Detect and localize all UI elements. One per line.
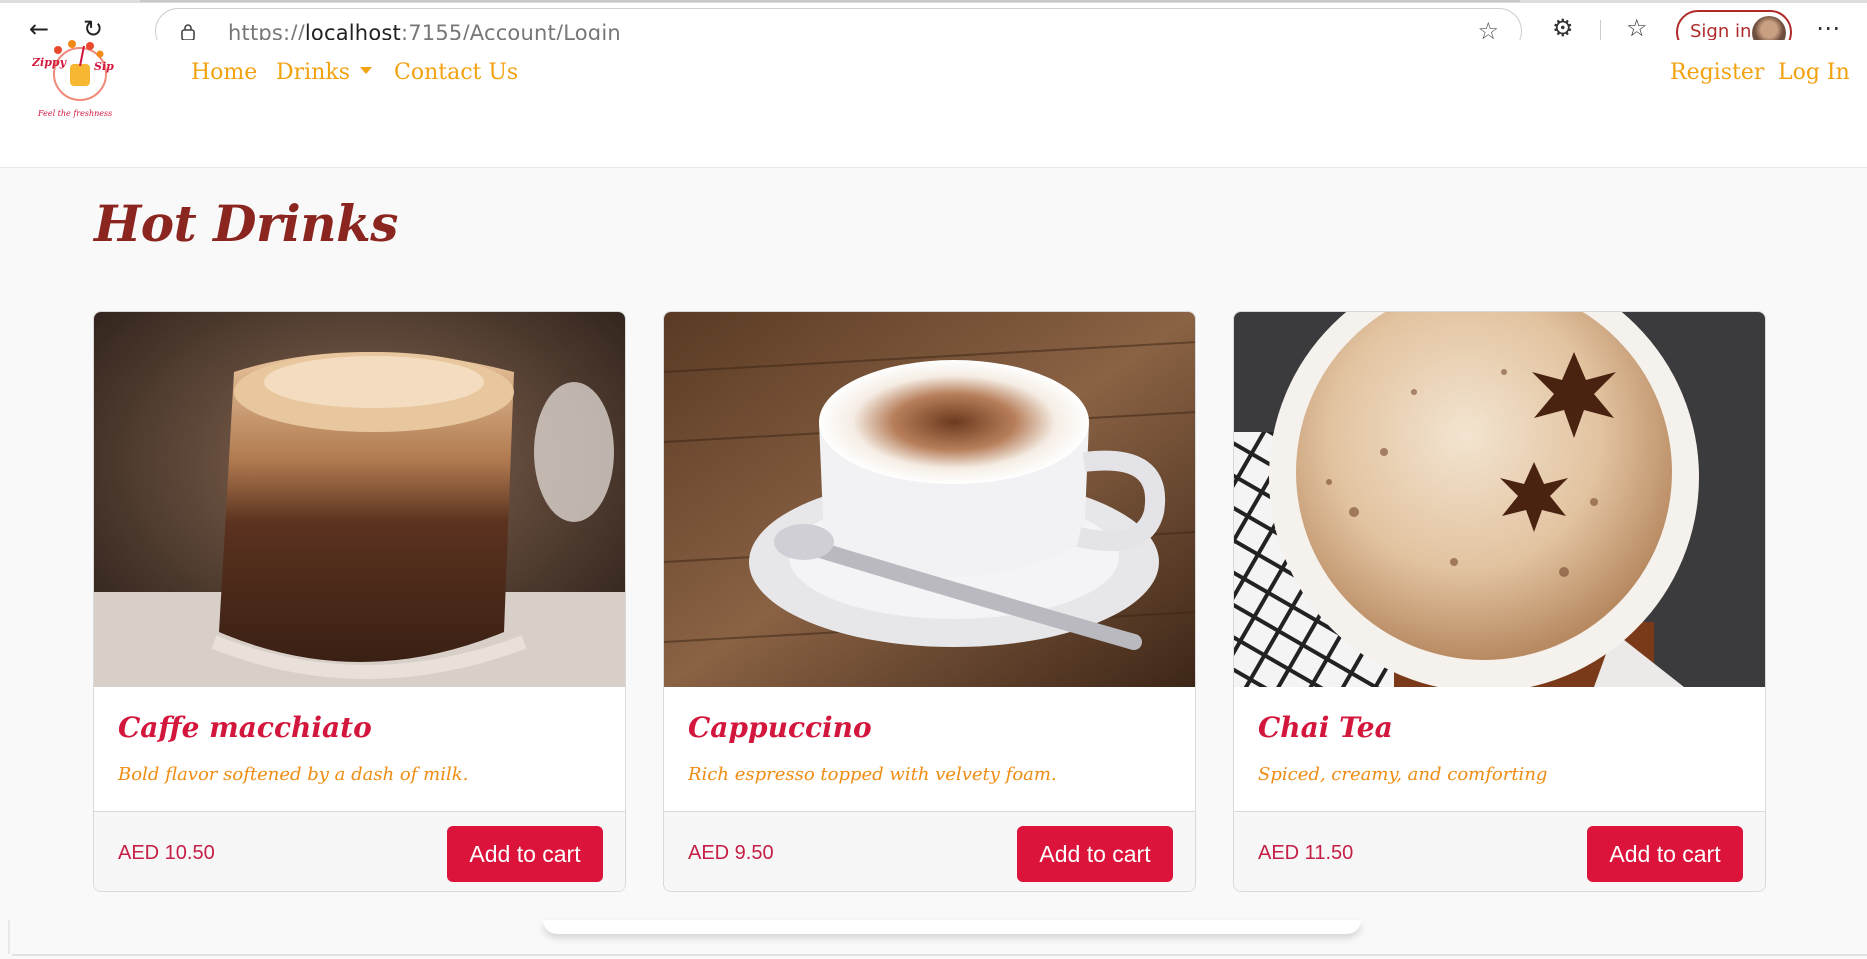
nav-contact-us[interactable]: Contact Us [394,60,518,85]
product-card-body: Caffe macchiato Bold flavor softened by … [94,687,625,812]
address-bar[interactable]: https://localhost:7155/Account/Login ☆ [155,8,1522,42]
product-name: Cappuccino [688,711,872,744]
product-card: Caffe macchiato Bold flavor softened by … [93,311,626,892]
nav-register[interactable]: Register [1670,60,1764,85]
product-description: Bold flavor softened by a dash of milk. [118,764,469,785]
product-card-body: Chai Tea Spiced, creamy, and comforting [1234,687,1765,812]
product-card-footer: AED 11.50 Add to cart [1234,812,1765,891]
add-to-cart-button[interactable]: Add to cart [1587,826,1743,882]
product-name: Chai Tea [1258,711,1393,744]
product-card-footer: AED 10.50 Add to cart [94,812,625,891]
nav-home[interactable]: Home [191,60,257,85]
product-price: AED 10.50 [118,842,215,864]
nav-drinks-dropdown[interactable]: Drinks [276,60,372,85]
svg-text:Feel the freshness: Feel the freshness [37,109,112,118]
main-content: Hot Drinks Caffe macchiato Bold flavor s… [0,168,1867,959]
toolbar-separator [1600,20,1601,42]
more-menu-icon[interactable]: ⋯ [1816,14,1840,42]
bottom-panel-edge [543,920,1361,934]
site-navbar: Zippy Sip Feel the freshness Home Drinks… [0,40,1867,168]
favorites-icon[interactable]: ☆ [1626,14,1648,42]
svg-text:Zippy: Zippy [32,56,68,69]
product-description: Spiced, creamy, and comforting [1258,764,1548,785]
product-image-chai-tea [1234,312,1765,687]
bottom-divider [12,954,1867,956]
add-to-cart-button[interactable]: Add to cart [447,826,603,882]
nav-drinks-label: Drinks [276,60,350,85]
url-text[interactable]: https://localhost:7155/Account/Login [228,21,621,42]
sign-in-label: Sign in [1690,21,1752,42]
product-card-footer: AED 9.50 Add to cart [664,812,1195,891]
avatar [1752,16,1786,42]
zippy-sip-logo[interactable]: Zippy Sip Feel the freshness [32,40,127,120]
browser-toolbar: ← ↻ https://localhost:7155/Account/Login… [0,0,1867,42]
product-name: Caffe macchiato [118,711,372,744]
caret-down-icon [359,67,372,74]
product-card-body: Cappuccino Rich espresso topped with vel… [664,687,1195,812]
bottom-left-edge [8,920,10,954]
refresh-icon[interactable]: ↻ [78,14,108,42]
product-image-cappuccino [664,312,1195,687]
active-tab-edge [140,0,1520,2]
svg-text:Sip: Sip [94,60,114,73]
product-description: Rich espresso topped with velvety foam. [688,764,1057,785]
favorite-star-icon[interactable]: ☆ [1477,17,1499,42]
add-to-cart-button[interactable]: Add to cart [1017,826,1173,882]
product-card: Cappuccino Rich espresso topped with vel… [663,311,1196,892]
product-price: AED 9.50 [688,842,774,864]
product-image-caffe-macchiato [94,312,625,687]
product-price: AED 11.50 [1258,842,1354,864]
lock-icon [181,24,195,41]
back-arrow-icon[interactable]: ← [24,14,54,42]
product-card: Chai Tea Spiced, creamy, and comforting … [1233,311,1766,892]
nav-log-in[interactable]: Log In [1778,60,1850,85]
sign-in-button[interactable]: Sign in [1676,10,1792,42]
page-title: Hot Drinks [94,194,398,253]
extensions-icon[interactable]: ⚙ [1552,14,1574,42]
